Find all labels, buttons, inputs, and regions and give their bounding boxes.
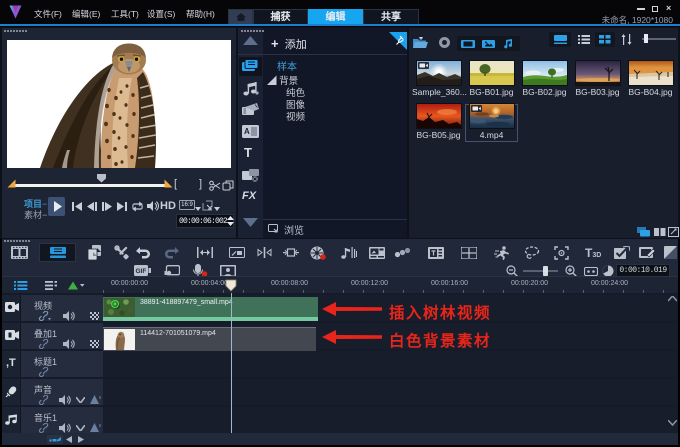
svg-text:A: A bbox=[244, 127, 250, 136]
svg-text:GIF: GIF bbox=[136, 268, 147, 275]
